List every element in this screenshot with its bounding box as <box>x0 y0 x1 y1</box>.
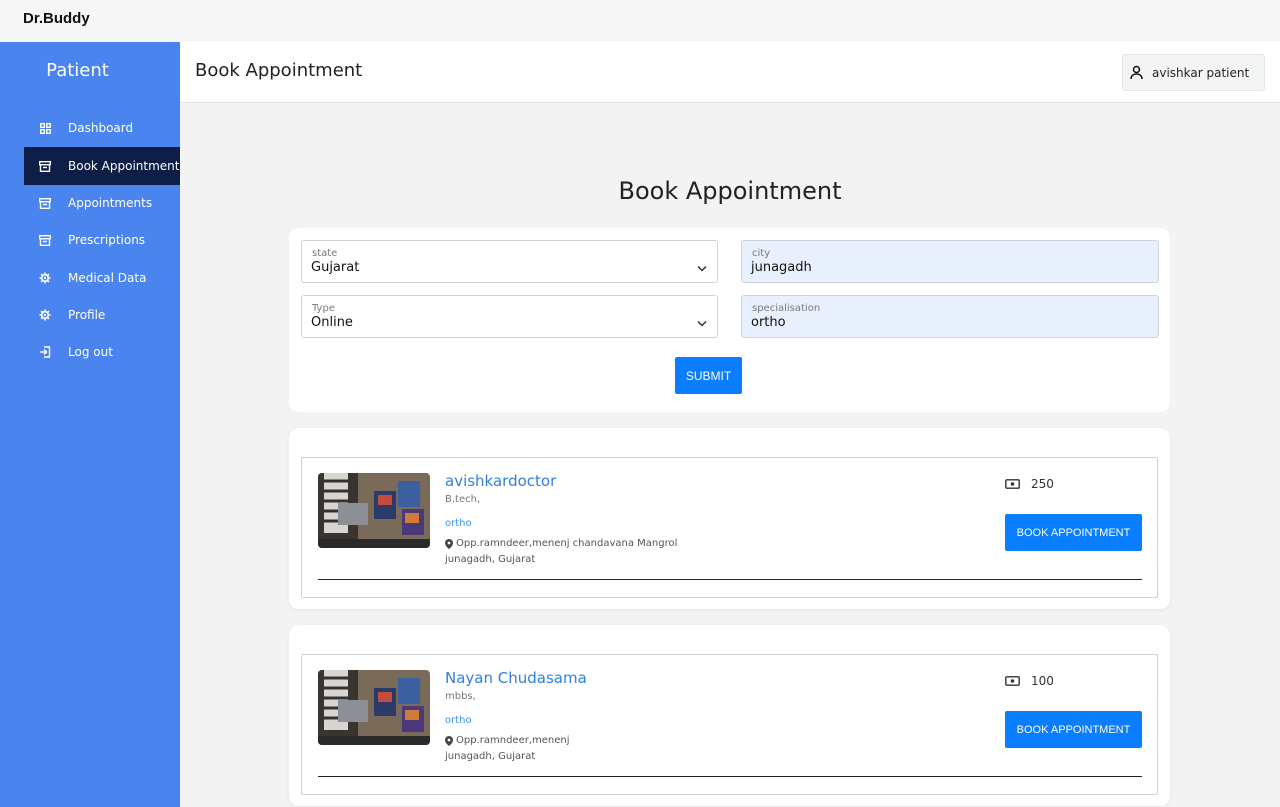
book-appointment-button[interactable]: BOOK APPOINTMENT <box>1005 711 1142 748</box>
doctor-fee: 100 <box>1005 674 1054 688</box>
chevron-down-icon <box>697 257 707 276</box>
divider <box>318 579 1142 580</box>
archive-icon <box>37 232 53 248</box>
state-label: state <box>312 248 338 259</box>
user-icon <box>1129 65 1144 80</box>
main-title: Book Appointment <box>618 177 842 205</box>
logout-icon <box>37 344 53 360</box>
gear-icon <box>37 307 53 323</box>
doctor-degree: B.tech, <box>445 494 481 505</box>
specialisation-value: ortho <box>751 315 786 330</box>
sidebar-item-label: Book Appointment <box>68 159 180 173</box>
doctor-degree: mbbs, <box>445 691 476 702</box>
doctor-fee-value: 100 <box>1031 674 1054 688</box>
specialisation-label: specialisation <box>752 303 821 314</box>
sidebar-item-label: Medical Data <box>68 271 147 285</box>
brand-logo[interactable]: Dr.Buddy <box>23 10 90 27</box>
page-title: Book Appointment <box>195 60 363 81</box>
page-header: Book Appointment avishkar patient <box>180 42 1280 103</box>
top-bar: Dr.Buddy <box>0 0 1280 42</box>
doctor-name[interactable]: avishkardoctor <box>445 472 556 490</box>
doctor-photo <box>318 670 430 745</box>
state-select[interactable]: state Gujarat <box>301 240 718 283</box>
sidebar-title: Patient <box>46 60 109 81</box>
sidebar-item-medical-data[interactable]: Medical Data <box>24 259 180 297</box>
submit-button[interactable]: SUBMIT <box>675 357 742 394</box>
doctor-location: junagadh, Gujarat <box>445 751 536 762</box>
doctor-card: Nayan Chudasama mbbs, ortho Opp.ramndeer… <box>289 625 1170 806</box>
user-name: avishkar patient <box>1152 65 1250 80</box>
divider <box>318 776 1142 777</box>
sidebar-item-label: Profile <box>68 308 106 322</box>
sidebar-item-label: Appointments <box>68 196 153 210</box>
type-label: Type <box>312 303 335 314</box>
doctor-card: avishkardoctor B.tech, ortho Opp.ramndee… <box>289 428 1170 609</box>
book-appointment-button[interactable]: BOOK APPOINTMENT <box>1005 514 1142 551</box>
chevron-down-icon <box>697 312 707 331</box>
grid-icon <box>37 120 53 136</box>
sidebar-item-book-appointment[interactable]: Book Appointment <box>24 147 180 185</box>
doctor-name[interactable]: Nayan Chudasama <box>445 669 587 687</box>
doctor-location: junagadh, Gujarat <box>445 554 536 565</box>
type-select[interactable]: Type Online <box>301 295 718 338</box>
search-form: state Gujarat city junagadh Type Online … <box>289 228 1170 412</box>
sidebar-item-prescriptions[interactable]: Prescriptions <box>24 221 180 259</box>
doctor-fee: 250 <box>1005 477 1054 491</box>
sidebar-item-profile[interactable]: Profile <box>24 296 180 334</box>
city-label: city <box>752 248 771 259</box>
doctor-specialisation: ortho <box>445 518 472 529</box>
map-pin-icon <box>445 735 453 746</box>
sidebar-item-dashboard[interactable]: Dashboard <box>24 109 180 147</box>
sidebar-item-label: Log out <box>68 345 113 359</box>
sidebar: Patient Dashboard Book Appointment Appoi… <box>0 42 180 807</box>
doctor-address: Opp.ramndeer,menenj <box>445 735 570 746</box>
sidebar-item-appointments[interactable]: Appointments <box>24 184 180 222</box>
state-value: Gujarat <box>311 260 360 275</box>
money-icon <box>1005 676 1020 686</box>
archive-icon <box>37 195 53 211</box>
doctor-card-inner: avishkardoctor B.tech, ortho Opp.ramndee… <box>301 457 1158 598</box>
archive-icon <box>37 158 53 174</box>
map-pin-icon <box>445 538 453 549</box>
doctor-address-text: Opp.ramndeer,menenj chandavana Mangrol <box>456 538 678 549</box>
sidebar-item-log-out[interactable]: Log out <box>24 333 180 371</box>
doctor-card-inner: Nayan Chudasama mbbs, ortho Opp.ramndeer… <box>301 654 1158 795</box>
sidebar-item-label: Prescriptions <box>68 233 146 247</box>
doctor-fee-value: 250 <box>1031 477 1054 491</box>
user-menu-button[interactable]: avishkar patient <box>1122 54 1265 91</box>
doctor-address: Opp.ramndeer,menenj chandavana Mangrol <box>445 538 677 549</box>
specialisation-field[interactable]: specialisation ortho <box>741 295 1159 338</box>
city-field[interactable]: city junagadh <box>741 240 1159 283</box>
doctor-specialisation: ortho <box>445 715 472 726</box>
money-icon <box>1005 479 1020 489</box>
type-value: Online <box>311 315 353 330</box>
gear-icon <box>37 270 53 286</box>
doctor-photo <box>318 473 430 548</box>
sidebar-item-label: Dashboard <box>68 121 134 135</box>
doctor-address-text: Opp.ramndeer,menenj <box>456 735 570 746</box>
city-value: junagadh <box>751 260 812 275</box>
